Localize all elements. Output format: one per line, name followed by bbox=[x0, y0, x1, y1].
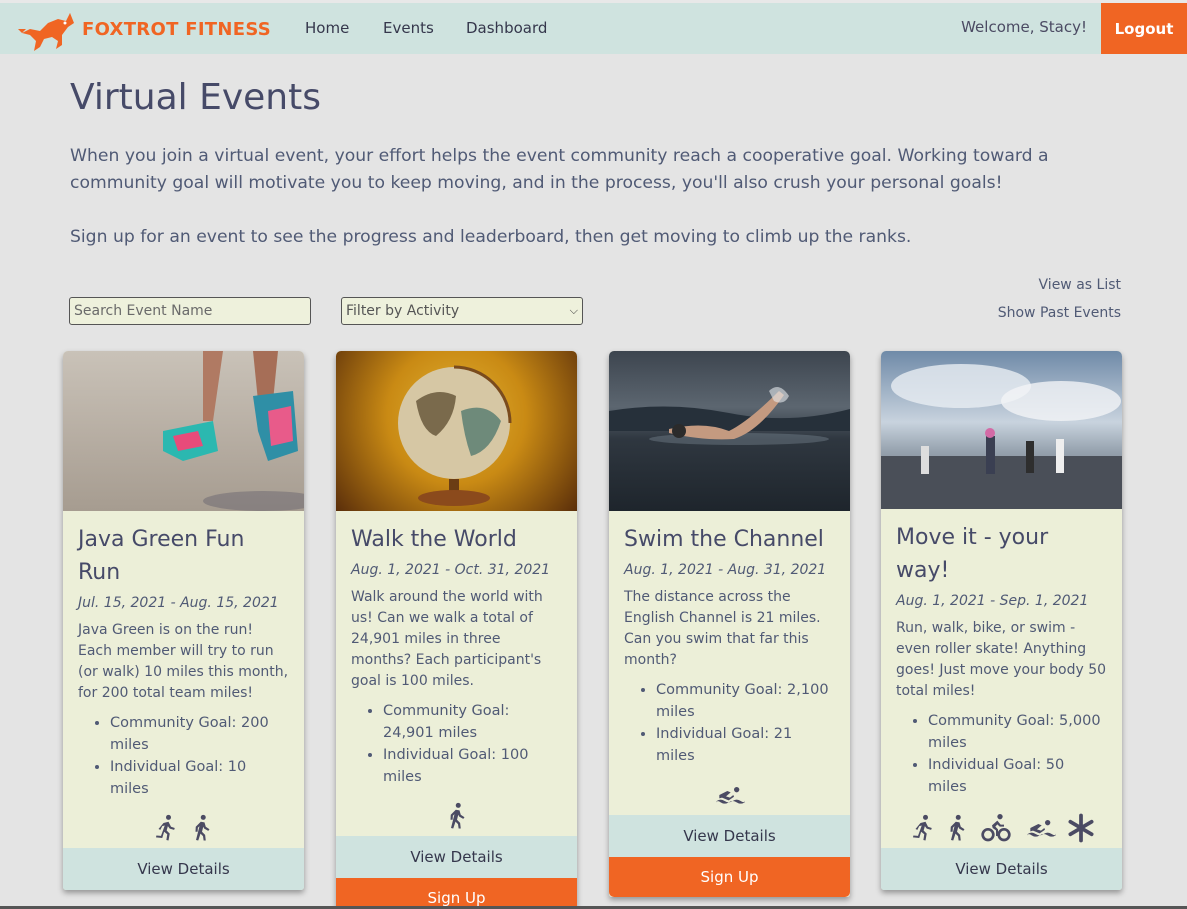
event-image-running-shoes bbox=[63, 351, 304, 511]
chevron-down-icon: ⌵ bbox=[569, 304, 578, 317]
event-image-globe bbox=[336, 351, 577, 511]
view-details-button[interactable]: View Details bbox=[609, 815, 850, 857]
event-description: Walk around the world with us! Can we wa… bbox=[351, 589, 543, 689]
event-description: Java Green is on the run! Each member wi… bbox=[78, 622, 289, 701]
view-details-button[interactable]: View Details bbox=[336, 836, 577, 878]
event-image-roller-skaters bbox=[881, 351, 1122, 509]
signup-prompt: Sign up for an event to see the progress… bbox=[70, 227, 912, 247]
brand-logo[interactable]: FOXTROT FITNESS bbox=[18, 7, 271, 53]
view-details-button[interactable]: View Details bbox=[881, 848, 1122, 890]
event-dates: Aug. 1, 2021 - Sep. 1, 2021 bbox=[896, 593, 1089, 609]
nav-dashboard-link[interactable]: Dashboard bbox=[466, 19, 547, 37]
nav-home-link[interactable]: Home bbox=[305, 19, 349, 37]
individual-goal: Individual Goal: 21 miles bbox=[656, 723, 835, 767]
run-icon bbox=[151, 812, 181, 844]
intro-paragraph: When you join a virtual event, your effo… bbox=[70, 146, 1049, 193]
community-goal: Community Goal: 2,100 miles bbox=[656, 679, 835, 723]
walk-icon bbox=[442, 800, 472, 832]
individual-goal: Individual Goal: 10 miles bbox=[110, 756, 289, 800]
event-title: Java Green Fun Run bbox=[78, 527, 245, 585]
event-dates: Aug. 1, 2021 - Aug. 31, 2021 bbox=[624, 562, 827, 578]
event-card: Move it - your way! Aug. 1, 2021 - Sep. … bbox=[881, 351, 1122, 890]
community-goal: Community Goal: 200 miles bbox=[110, 712, 289, 756]
walk-icon bbox=[187, 812, 217, 844]
individual-goal: Individual Goal: 50 miles bbox=[928, 754, 1107, 798]
event-card: Java Green Fun Run Jul. 15, 2021 - Aug. … bbox=[63, 351, 304, 890]
logout-button[interactable]: Logout bbox=[1101, 3, 1187, 54]
sign-up-button[interactable]: Sign Up bbox=[609, 857, 850, 897]
search-input[interactable] bbox=[69, 297, 311, 325]
event-dates: Jul. 15, 2021 - Aug. 15, 2021 bbox=[78, 595, 279, 611]
activity-icons bbox=[63, 800, 304, 848]
view-as-list-link[interactable]: View as List bbox=[1039, 277, 1121, 293]
event-dates: Aug. 1, 2021 - Oct. 31, 2021 bbox=[351, 562, 551, 578]
filter-selected-value: Filter by Activity bbox=[346, 303, 460, 319]
swim-icon bbox=[709, 779, 751, 811]
activity-icons bbox=[336, 788, 577, 836]
event-image-swimmer bbox=[609, 351, 850, 511]
walk-icon bbox=[942, 812, 972, 844]
brand-name: FOXTROT FITNESS bbox=[82, 19, 272, 40]
welcome-message: Welcome, Stacy! bbox=[961, 18, 1087, 36]
event-card: Walk the World Aug. 1, 2021 - Oct. 31, 2… bbox=[336, 351, 577, 909]
nav-events-link[interactable]: Events bbox=[383, 19, 434, 37]
event-description: Run, walk, bike, or swim - even roller s… bbox=[896, 620, 1107, 699]
run-icon bbox=[908, 812, 938, 844]
view-details-button[interactable]: View Details bbox=[63, 848, 304, 890]
event-title: Move it - your way! bbox=[896, 525, 1049, 583]
event-title: Walk the World bbox=[351, 527, 517, 552]
activity-icons bbox=[881, 798, 1122, 848]
swim-icon bbox=[1020, 812, 1062, 844]
top-navbar: FOXTROT FITNESS Home Events Dashboard We… bbox=[0, 0, 1187, 54]
fox-logo-icon bbox=[18, 13, 74, 51]
bike-icon bbox=[976, 812, 1016, 844]
community-goal: Community Goal: 5,000 miles bbox=[928, 710, 1107, 754]
page-title: Virtual Events bbox=[70, 77, 321, 118]
community-goal: Community Goal: 24,901 miles bbox=[383, 700, 562, 744]
event-title: Swim the Channel bbox=[624, 527, 824, 552]
show-past-events-link[interactable]: Show Past Events bbox=[998, 305, 1121, 321]
asterisk-icon bbox=[1066, 812, 1096, 844]
event-description: The distance across the English Channel … bbox=[624, 589, 821, 668]
individual-goal: Individual Goal: 100 miles bbox=[383, 744, 562, 788]
event-card: Swim the Channel Aug. 1, 2021 - Aug. 31,… bbox=[609, 351, 850, 897]
sign-up-button[interactable]: Sign Up bbox=[336, 878, 577, 909]
activity-filter-select[interactable]: Filter by Activity ⌵ bbox=[341, 297, 583, 325]
activity-icons bbox=[609, 767, 850, 815]
